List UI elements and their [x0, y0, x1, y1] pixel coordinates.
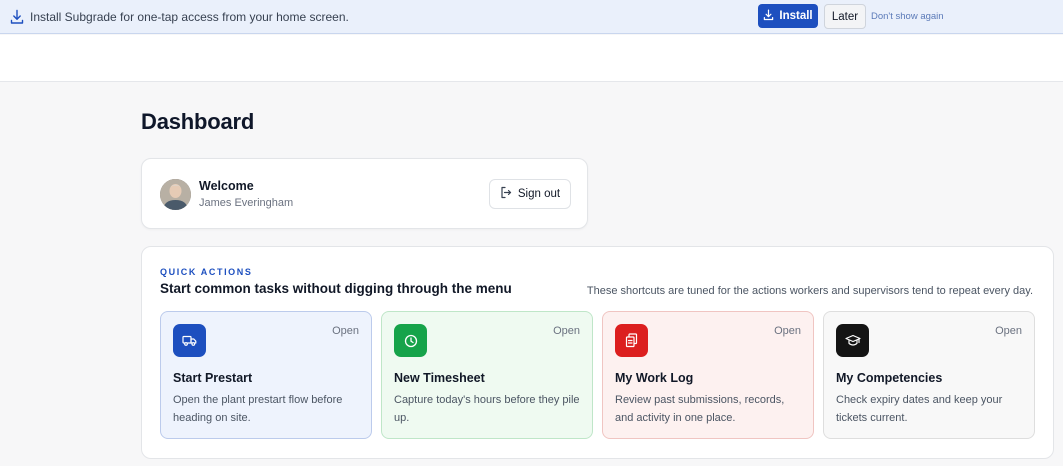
avatar — [160, 179, 191, 210]
quick-actions-eyebrow: QUICK ACTIONS — [160, 267, 253, 277]
page-title: Dashboard — [141, 109, 255, 134]
welcome-title: Welcome — [199, 179, 254, 193]
later-button[interactable]: Later — [824, 4, 866, 29]
quick-action-start-prestart[interactable]: Open Start Prestart Open the plant prest… — [160, 311, 372, 439]
download-icon — [763, 9, 774, 24]
tile-description: Open the plant prestart flow before head… — [173, 394, 343, 424]
dont-show-again-link[interactable]: Don't show again — [871, 11, 944, 22]
install-button[interactable]: Install — [758, 4, 818, 28]
tile-title: My Work Log — [615, 371, 694, 385]
banner-message: Install Subgrade for one-tap access from… — [30, 10, 349, 24]
documents-icon — [615, 324, 648, 357]
tile-title: My Competencies — [836, 371, 943, 385]
tile-title: New Timesheet — [394, 371, 485, 385]
quick-actions-heading: Start common tasks without digging throu… — [160, 281, 512, 296]
quick-actions-note: These shortcuts are tuned for the action… — [586, 285, 1033, 297]
open-label: Open — [332, 325, 359, 337]
user-name: James Everingham — [199, 197, 294, 209]
open-label: Open — [774, 325, 801, 337]
sign-out-icon — [500, 186, 512, 202]
graduation-cap-icon — [836, 324, 869, 357]
download-icon — [10, 9, 24, 25]
install-button-label: Install — [779, 10, 813, 22]
sign-out-button[interactable]: Sign out — [489, 179, 571, 209]
open-label: Open — [995, 325, 1022, 337]
quick-actions-card: QUICK ACTIONS Start common tasks without… — [141, 246, 1054, 459]
sign-out-label: Sign out — [517, 188, 561, 200]
tile-description: Review past submissions, records, and ac… — [615, 394, 785, 424]
quick-action-my-competencies[interactable]: Open My Competencies Check expiry dates … — [823, 311, 1035, 439]
quick-action-my-work-log[interactable]: Open My Work Log Review past submissions… — [602, 311, 814, 439]
install-banner: Install Subgrade for one-tap access from… — [0, 0, 1063, 34]
open-label: Open — [553, 325, 580, 337]
clock-icon — [394, 324, 427, 357]
truck-icon — [173, 324, 206, 357]
tile-title: Start Prestart — [173, 371, 253, 385]
tile-description: Capture today's hours before they pile u… — [394, 394, 580, 424]
tile-description: Check expiry dates and keep your tickets… — [836, 394, 1003, 424]
welcome-card: Welcome James Everingham Sign out — [141, 158, 588, 229]
quick-action-new-timesheet[interactable]: Open New Timesheet Capture today's hours… — [381, 311, 593, 439]
top-header — [0, 35, 1063, 82]
